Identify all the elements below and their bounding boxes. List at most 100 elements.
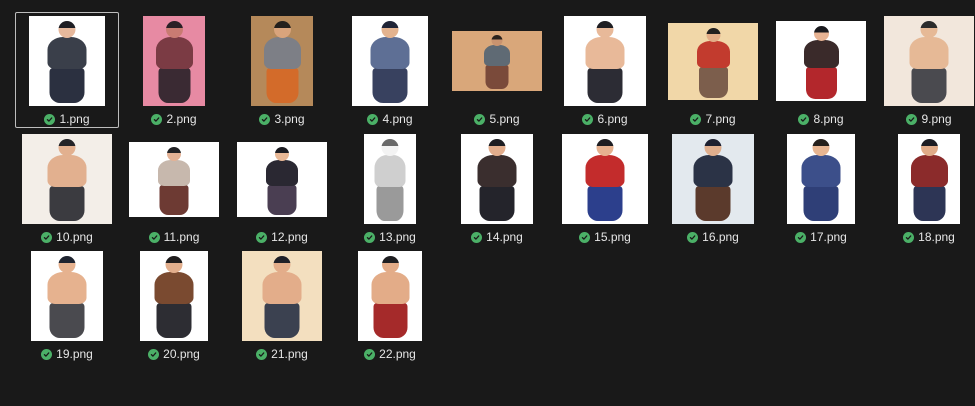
image-thumbnail[interactable] [242, 251, 322, 341]
file-name: 3.png [274, 112, 305, 126]
file-item[interactable]: 5.png [445, 12, 549, 128]
figure-legs [698, 66, 728, 98]
image-thumbnail[interactable] [884, 16, 974, 106]
thumbnail-frame [339, 248, 441, 344]
file-item[interactable]: 10.png [15, 130, 119, 246]
figure-legs [805, 67, 837, 99]
figure-legs [376, 186, 404, 221]
file-item[interactable]: 9.png [877, 12, 975, 128]
thumbnail-frame [231, 248, 333, 344]
file-name: 8.png [813, 112, 844, 126]
figure-torso [370, 37, 410, 69]
file-item[interactable]: 8.png [769, 12, 873, 128]
image-thumbnail[interactable] [452, 31, 542, 91]
image-thumbnail[interactable] [787, 134, 855, 224]
file-name: 2.png [166, 112, 197, 126]
file-item[interactable]: 13.png [338, 130, 442, 246]
image-thumbnail[interactable] [29, 16, 105, 106]
figure-torso [585, 155, 625, 187]
image-thumbnail[interactable] [364, 134, 416, 224]
image-thumbnail[interactable] [776, 21, 866, 101]
file-name: 11.png [163, 230, 200, 244]
image-thumbnail[interactable] [140, 251, 208, 341]
file-label: 2.png [123, 112, 225, 126]
figure-legs [373, 303, 407, 338]
thumbnail-frame [662, 13, 764, 109]
image-thumbnail[interactable] [22, 134, 112, 224]
file-item[interactable]: 16.png [661, 130, 765, 246]
figure-legs [911, 68, 947, 103]
figure-illustration [474, 139, 520, 222]
file-label: 10.png [16, 230, 118, 244]
file-item[interactable]: 12.png [230, 130, 334, 246]
figure-head [706, 27, 720, 42]
image-thumbnail[interactable] [668, 22, 758, 100]
file-label: 21.png [231, 347, 333, 361]
file-name: 1.png [59, 112, 90, 126]
check-circle-icon [148, 231, 160, 243]
file-name: 7.png [705, 112, 736, 126]
file-label: 3.png [231, 112, 333, 126]
figure-head [275, 146, 289, 161]
image-thumbnail[interactable] [358, 251, 422, 341]
file-item[interactable]: 15.png [553, 130, 657, 246]
figure-illustration [908, 139, 951, 222]
file-item[interactable]: 4.png [338, 12, 442, 128]
file-item[interactable]: 2.png [122, 12, 226, 128]
file-name: 21.png [271, 347, 308, 361]
file-name: 15.png [594, 230, 631, 244]
file-item[interactable]: 17.png [769, 130, 873, 246]
file-label: 4.png [339, 112, 441, 126]
figure-head [167, 146, 181, 161]
file-item[interactable]: 22.png [338, 247, 442, 363]
image-thumbnail[interactable] [564, 16, 646, 106]
figure-illustration [155, 146, 193, 216]
check-circle-icon [367, 113, 379, 125]
figure-head [165, 21, 183, 38]
file-label: 12.png [231, 230, 333, 244]
figure-head [491, 35, 503, 46]
image-thumbnail[interactable] [129, 141, 219, 217]
image-thumbnail[interactable] [352, 16, 428, 106]
image-thumbnail[interactable] [237, 141, 327, 217]
file-item[interactable]: 14.png [445, 130, 549, 246]
image-thumbnail[interactable] [672, 134, 754, 224]
image-thumbnail[interactable] [251, 16, 313, 106]
figure-torso [47, 37, 87, 69]
file-item[interactable]: 11.png [122, 130, 226, 246]
file-item[interactable]: 6.png [553, 12, 657, 128]
figure-torso [477, 155, 517, 187]
file-item[interactable]: 20.png [122, 247, 226, 363]
file-label: 22.png [339, 347, 441, 361]
figure-illustration [44, 256, 90, 339]
image-thumbnail[interactable] [461, 134, 533, 224]
figure-illustration [801, 26, 842, 100]
figure-torso [801, 155, 841, 187]
figure-head [381, 256, 399, 273]
figure-legs [49, 303, 85, 338]
figure-legs [264, 303, 300, 338]
figure-head [596, 139, 614, 156]
figure-head [488, 139, 506, 156]
file-item[interactable]: 7.png [661, 12, 765, 128]
figure-legs [372, 68, 408, 103]
thumbnail-frame [16, 13, 118, 109]
image-thumbnail[interactable] [31, 251, 103, 341]
figure-head [273, 21, 291, 38]
file-name: 10.png [56, 230, 93, 244]
file-name: 16.png [702, 230, 739, 244]
file-item[interactable]: 3.png [230, 12, 334, 128]
file-label: 18.png [878, 230, 975, 244]
image-thumbnail[interactable] [898, 134, 960, 224]
file-name: 13.png [379, 230, 416, 244]
file-item[interactable]: 21.png [230, 247, 334, 363]
figure-torso [158, 159, 190, 186]
figure-illustration [259, 256, 305, 339]
figure-legs [156, 303, 192, 338]
thumbnail-frame [123, 248, 225, 344]
image-thumbnail[interactable] [143, 16, 205, 106]
file-item[interactable]: 19.png [15, 247, 119, 363]
file-item[interactable]: 1.png [15, 12, 119, 128]
image-thumbnail[interactable] [562, 134, 648, 224]
file-item[interactable]: 18.png [877, 130, 975, 246]
